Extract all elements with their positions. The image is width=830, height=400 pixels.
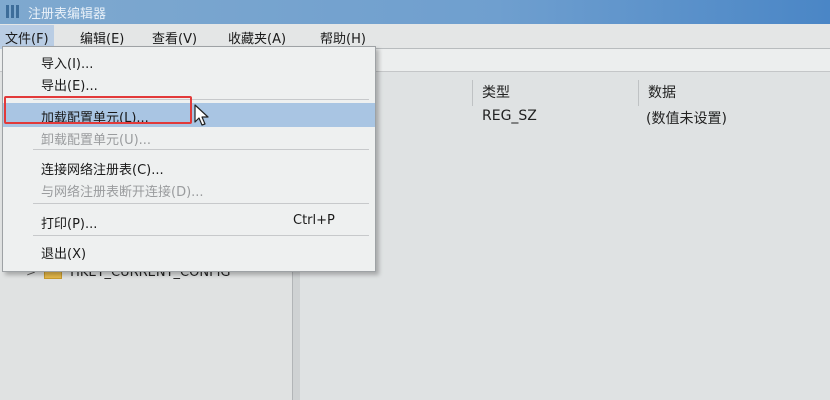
annotation-highlight-box (4, 96, 192, 124)
menu-item-label: 连接网络注册表(C)... (41, 163, 164, 178)
column-header-type[interactable]: 类型 (482, 82, 510, 106)
registry-editor-icon (6, 5, 20, 18)
file-menu-dropdown: 导入(I)... 导出(E)... 加载配置单元(L)... 卸载配置单元(U)… (2, 46, 376, 272)
menu-item-disconnect[interactable]: 与网络注册表断开连接(D)... (3, 177, 375, 201)
menu-item-connect[interactable]: 连接网络注册表(C)... (3, 155, 375, 179)
menu-separator (33, 235, 369, 236)
menu-item-unload-hive[interactable]: 卸载配置单元(U)... (3, 125, 375, 149)
menu-item-label: 导入(I)... (41, 57, 94, 72)
values-list: 类型 数据 REG_SZ (数值未设置) (300, 72, 830, 400)
value-data[interactable]: (数值未设置) (646, 108, 727, 128)
column-header-data[interactable]: 数据 (648, 82, 676, 106)
menu-item-print[interactable]: 打印(P)... Ctrl+P (3, 209, 375, 233)
menu-favorites[interactable]: 收藏夹(A) (228, 28, 286, 47)
value-type[interactable]: REG_SZ (482, 108, 537, 124)
menu-item-label: 导出(E)... (41, 79, 98, 94)
menu-item-import[interactable]: 导入(I)... (3, 49, 375, 73)
menu-item-label: 退出(X) (41, 247, 87, 262)
window-title: 注册表编辑器 (28, 7, 107, 22)
column-separator[interactable] (472, 80, 473, 106)
mouse-cursor-icon (194, 104, 209, 126)
menu-view[interactable]: 查看(V) (152, 28, 197, 47)
menu-item-shortcut: Ctrl+P (293, 213, 335, 228)
title-bar: 注册表编辑器 (0, 0, 830, 24)
menu-item-exit[interactable]: 退出(X) (3, 239, 375, 263)
menu-item-label: 与网络注册表断开连接(D)... (41, 185, 204, 200)
menu-separator (33, 203, 369, 204)
column-separator[interactable] (638, 80, 639, 106)
menu-item-label: 打印(P)... (41, 217, 98, 232)
menu-edit[interactable]: 编辑(E) (80, 28, 124, 47)
menu-item-export[interactable]: 导出(E)... (3, 71, 375, 95)
menu-separator (33, 149, 369, 150)
menu-help[interactable]: 帮助(H) (320, 28, 366, 47)
menu-item-label: 卸载配置单元(U)... (41, 133, 152, 148)
